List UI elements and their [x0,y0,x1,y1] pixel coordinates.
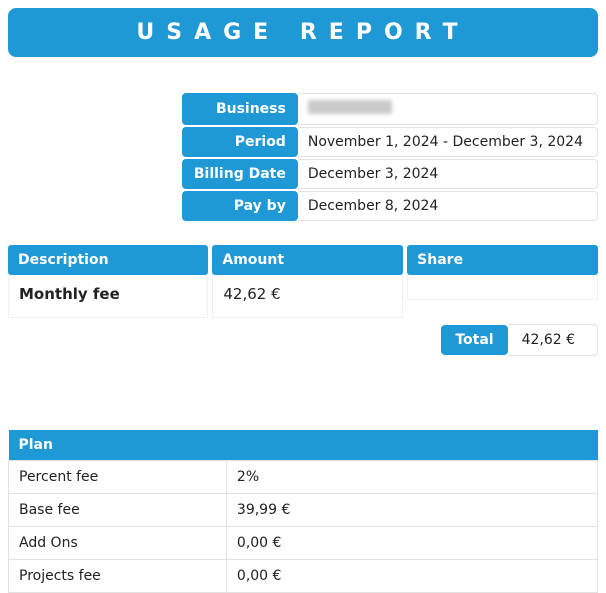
plan-row-base-fee: Base fee 39,99 € [9,494,598,527]
plan-row-projects-fee: Projects fee 0,00 € [9,560,598,593]
col-amount: Amount 42,62 € [212,245,403,318]
plan-label: Projects fee [9,560,227,593]
meta-value-period: November 1, 2024 - December 3, 2024 [298,127,598,157]
cell-amount: 42,62 € [212,275,403,318]
total-label: Total [441,325,507,355]
cell-description: Monthly fee [8,275,208,318]
plan-value: 2% [226,461,597,494]
plan-row-add-ons: Add Ons 0,00 € [9,527,598,560]
plan-header-row: Plan [9,430,598,461]
plan-value: 0,00 € [226,527,597,560]
header-amount: Amount [212,245,403,275]
header-share: Share [407,245,598,275]
meta-value-payby: December 8, 2024 [298,191,598,221]
col-share: Share [407,245,598,318]
plan-value: 39,99 € [226,494,597,527]
plan-value: 0,00 € [226,560,597,593]
plan-label: Add Ons [9,527,227,560]
total-row: Total 42,62 € [8,324,598,356]
meta-value-billing: December 3, 2024 [298,159,598,189]
col-description: Description Monthly fee [8,245,208,318]
plan-row-percent-fee: Percent fee 2% [9,461,598,494]
meta-label-payby: Pay by [182,191,298,221]
plan-label: Percent fee [9,461,227,494]
meta-row-payby: Pay by December 8, 2024 [182,191,598,221]
meta-label-period: Period [182,127,298,157]
page-title: USAGE REPORT [8,8,598,57]
meta-block: Business Period November 1, 2024 - Decem… [8,91,598,223]
meta-table: Business Period November 1, 2024 - Decem… [182,91,598,223]
plan-header: Plan [9,430,598,461]
meta-row-billing: Billing Date December 3, 2024 [182,159,598,189]
header-description: Description [8,245,208,275]
line-items: Description Monthly fee Amount 42,62 € S… [8,245,598,318]
cell-share [407,275,598,300]
meta-label-business: Business [182,93,298,125]
redacted-business [308,100,392,114]
meta-row-period: Period November 1, 2024 - December 3, 20… [182,127,598,157]
plan-label: Base fee [9,494,227,527]
total-value: 42,62 € [508,324,598,356]
meta-label-billing: Billing Date [182,159,298,189]
meta-row-business: Business [182,93,598,125]
meta-value-business [298,93,598,125]
plan-table: Plan Percent fee 2% Base fee 39,99 € Add… [8,430,598,593]
